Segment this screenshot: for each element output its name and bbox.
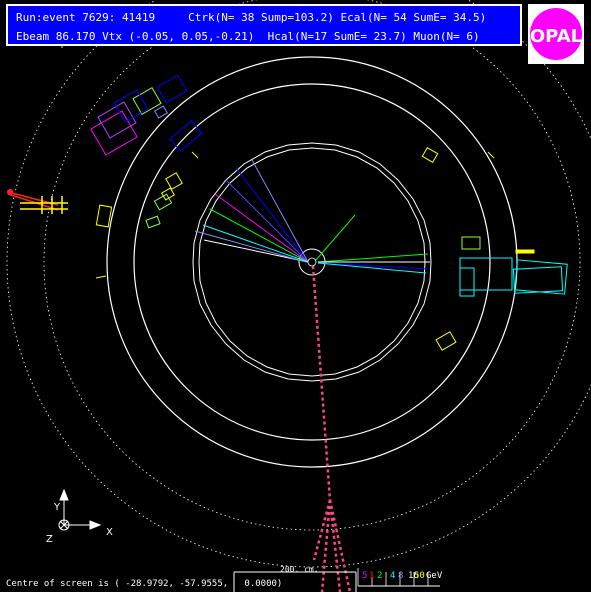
energy-label-6: 50 [414,571,425,581]
event-info-line-1: Run:event 7629: 41419 Ctrk(N= 38 Sump=10… [16,11,487,24]
energy-label-4: 8 [398,571,403,581]
beam-pipe-ring [307,257,317,267]
left-muon-hit [7,189,68,214]
event-info-panel: Run:event 7629: 41419 Ctrk(N= 38 Sump=10… [6,4,522,46]
hcal-inner-ring [133,83,491,441]
track [315,214,356,261]
energy-legend: 5 1 2 4 8 16 50 GeV [357,568,443,587]
hcal-outer-ring [106,56,518,468]
axes-indicator [58,488,102,531]
centre-of-screen-readout: Centre of screen is ( -28.9792, -57.9555… [6,579,283,589]
track [317,253,429,263]
scale-label: 200. cm. [280,565,319,574]
axis-y-label: Y [53,502,61,513]
event-display-canvas: Y X Z 200. cm. 5 1 2 4 8 16 50 GeV [6,0,591,592]
track [194,230,307,263]
event-display-viewport[interactable]: Y X Z 200. cm. 5 1 2 4 8 16 50 GeV Run:e… [0,0,591,592]
energy-label-2: 2 [377,571,382,581]
calorimeter-dotted-ring [43,0,581,531]
energy-label-3: 4 [390,571,395,581]
energy-label-0: 5 [362,571,367,581]
energy-label-7: GeV [426,571,443,581]
energy-label-1: 1 [369,571,374,581]
hcal-towers [90,74,568,297]
track [235,167,309,263]
muon-track [311,265,352,592]
ecal-green-blocks [132,87,481,250]
opal-logo-text: OPAL [530,26,582,47]
opal-logo: OPAL [528,4,584,64]
track [225,179,309,263]
axis-x-label: X [106,527,113,538]
axis-z-label: Z [46,534,53,545]
event-info-line-2: Ebeam 86.170 Vtx (-0.05, 0.05,-0.21) Hca… [16,30,480,43]
